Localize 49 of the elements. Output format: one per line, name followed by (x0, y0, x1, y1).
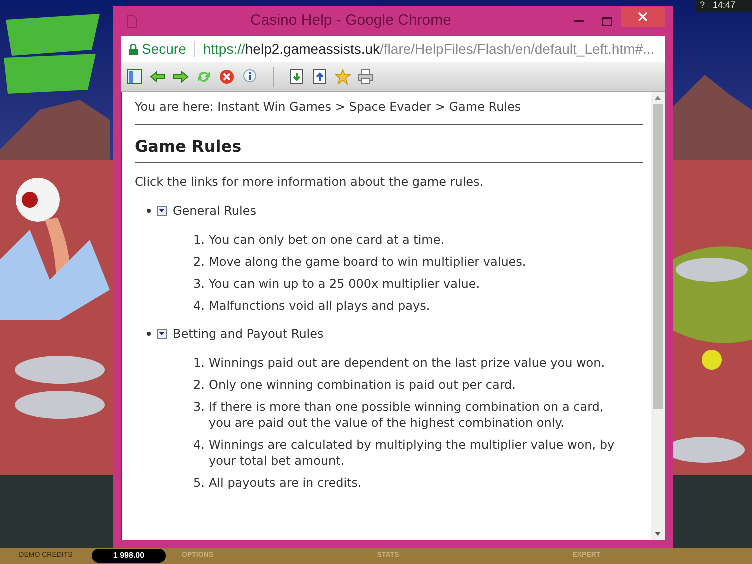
rule-text: You can only bet on one card at a time. (209, 232, 446, 248)
close-button[interactable] (621, 7, 665, 27)
rule-number: 1. (192, 355, 206, 371)
rule-number: 1. (192, 232, 206, 248)
rule-number: 2. (192, 377, 206, 393)
rule-text: If there is more than one possible winning combination on a card, you are paid out the value of the highest combination only. (209, 399, 605, 431)
page-heading: Game Rules (135, 135, 643, 163)
section-link[interactable]: Betting and Payout Rules (173, 325, 324, 343)
rule-text: Malfunctions void all plays and pays. (209, 298, 432, 314)
bullet (147, 209, 151, 213)
collapse-icon[interactable] (157, 329, 167, 339)
intro-text: Click the links for more information about the game rules. (135, 174, 485, 191)
close-icon (638, 12, 648, 22)
rule-number: 2. (192, 254, 206, 270)
help-glyph[interactable]: ? (700, 0, 706, 13)
download-icon[interactable] (289, 68, 305, 84)
section-link[interactable]: General Rules (173, 202, 256, 220)
maximize-icon (602, 16, 612, 26)
rule-number: 5. (192, 475, 206, 491)
stop-icon[interactable] (219, 68, 235, 84)
rule-text: Move along the game board to win multiplier values. (209, 254, 528, 270)
rule-text: Only one winning combination is paid out per card. (209, 377, 517, 393)
window-title: Casino Help - Google Chrome (250, 10, 452, 31)
rule-text: You can win up to a 25 000x multiplier value. (209, 276, 482, 292)
rule-number: 4. (192, 437, 206, 454)
clock: 14:47 (713, 0, 736, 12)
rule-text: All payouts are in credits. (209, 475, 363, 491)
page-icon (127, 14, 137, 28)
lock-icon (129, 44, 138, 54)
rule-number: 3. (192, 276, 206, 292)
rule-number: 4. (192, 298, 206, 314)
back-icon[interactable] (150, 68, 166, 84)
bullet (147, 332, 151, 336)
credits-value: 1 998.00 (92, 549, 166, 563)
star-icon[interactable] (335, 68, 351, 84)
breadcrumb: You are here: Instant Win Games > Space Evader > Game Rules (135, 98, 643, 125)
info-icon[interactable] (242, 68, 258, 84)
rule-text: Winnings paid out are dependent on the last prize value you won. (209, 355, 606, 371)
sidebar-icon[interactable] (127, 68, 143, 84)
printer-icon[interactable] (358, 68, 374, 84)
address-bar[interactable]: Secure https://help2.gameassists.uk/flare/HelpFiles/Flash/en/default_Left.htm#... (121, 36, 665, 62)
collapse-icon[interactable] (157, 206, 167, 216)
security-label: Secure (142, 40, 186, 58)
url-text: https://help2.gameassists.uk/flare/HelpFiles/Flash/en/default_Left.htm#... (203, 40, 655, 59)
minimize-icon (574, 20, 584, 22)
forward-icon[interactable] (173, 68, 189, 84)
rule-text: Winnings are calculated by multiplying the multiplier value won, by your total bet amount. (209, 437, 616, 469)
upload-icon[interactable] (312, 68, 328, 84)
rule-number: 3. (192, 399, 206, 416)
